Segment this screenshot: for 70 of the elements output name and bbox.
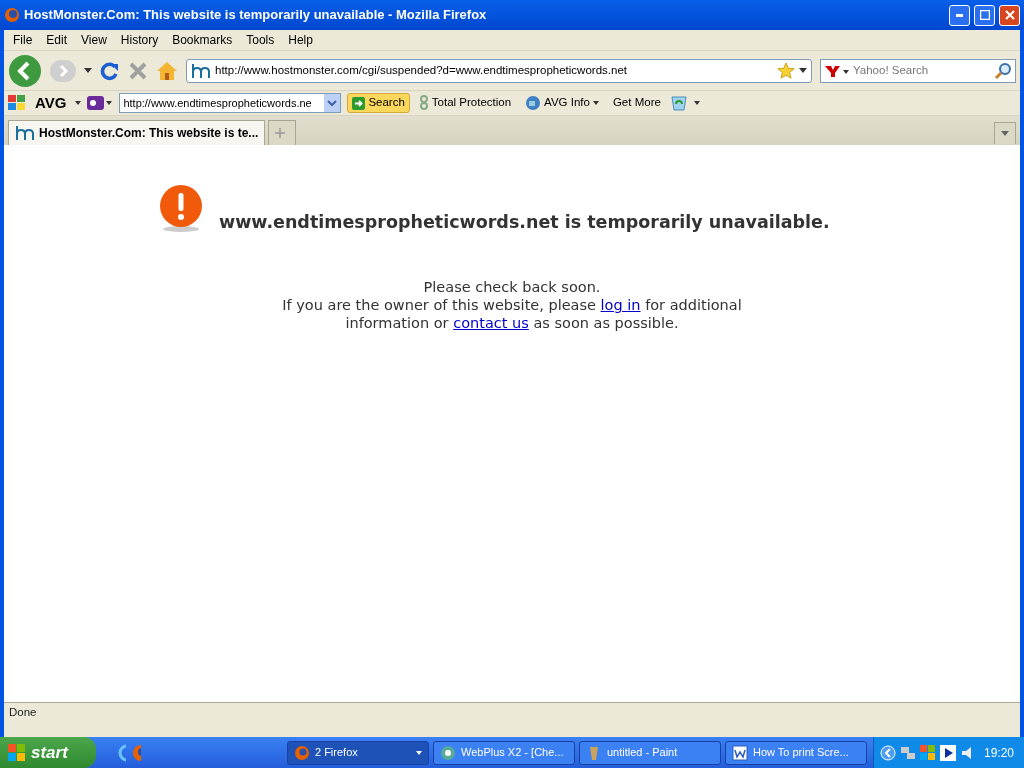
text-link[interactable]: contact us bbox=[453, 315, 529, 331]
taskbar-button[interactable]: WebPlus X2 - [Che... bbox=[432, 740, 575, 765]
globe-icon bbox=[525, 95, 542, 111]
avg-search-bar[interactable]: http://www.endtimespropheticwords.ne bbox=[119, 93, 342, 113]
menu-item[interactable]: Help bbox=[283, 31, 318, 49]
toolbar-button[interactable]: Get More bbox=[609, 94, 664, 112]
search-button[interactable]: Search bbox=[347, 93, 410, 113]
text-link[interactable]: log in bbox=[600, 297, 641, 313]
avg-search-field[interactable]: http://www.endtimespropheticwords.ne bbox=[123, 94, 325, 112]
document-icon bbox=[731, 744, 748, 761]
caret-icon bbox=[1001, 131, 1009, 136]
menu-item[interactable]: Edit bbox=[41, 31, 73, 49]
menu-item[interactable]: History bbox=[115, 31, 164, 49]
message-text: If you are the owner of this website, please log in for additional information or contact us as soon as possible. bbox=[281, 296, 743, 332]
address-field[interactable]: http://www.hostmonster.com/cgi/suspended?d=www.endtimespropheticwords.net bbox=[215, 61, 773, 80]
site-icon bbox=[15, 125, 35, 141]
taskbar-button[interactable]: How To print Scre... bbox=[724, 740, 867, 765]
star-icon[interactable] bbox=[777, 61, 795, 80]
arrow-icon bbox=[352, 96, 366, 110]
maximize-button[interactable] bbox=[974, 4, 995, 26]
caret-icon[interactable] bbox=[75, 101, 82, 105]
caret-icon[interactable] bbox=[693, 101, 700, 105]
minimize-icon bbox=[956, 13, 963, 17]
avg-logo-icon bbox=[8, 95, 26, 111]
avg-menu-button[interactable]: AVG bbox=[32, 91, 70, 115]
tab-list-button[interactable] bbox=[994, 122, 1016, 144]
app-icon bbox=[439, 744, 456, 761]
taskbar-button[interactable]: 2 Firefox bbox=[286, 740, 429, 765]
menu-item[interactable]: Bookmarks bbox=[167, 31, 238, 49]
home-button[interactable] bbox=[156, 60, 178, 81]
reload-button[interactable] bbox=[100, 60, 120, 81]
back-button[interactable] bbox=[8, 53, 42, 88]
window-title: HostMonster.Com: This website is temporarily unavailable - Mozilla Firefox bbox=[24, 6, 488, 25]
search-icon[interactable] bbox=[994, 61, 1012, 80]
stop-button[interactable] bbox=[128, 60, 148, 81]
close-button[interactable] bbox=[999, 4, 1020, 26]
clock: 19:20 bbox=[983, 744, 1014, 762]
caret-icon[interactable] bbox=[84, 68, 92, 73]
chevron-icon[interactable] bbox=[879, 744, 896, 761]
caret-icon[interactable] bbox=[799, 68, 807, 73]
message-line: Please check back soon. bbox=[422, 278, 602, 296]
search-field[interactable]: Yahoo! Search bbox=[853, 61, 991, 80]
minimize-button[interactable] bbox=[949, 4, 970, 26]
maximize-icon bbox=[979, 10, 990, 20]
recycle-bin-icon[interactable] bbox=[669, 95, 688, 111]
page-heading: www.endtimespropheticwords.net is temporarily unavailable. bbox=[219, 210, 830, 234]
menu-item[interactable]: File bbox=[8, 31, 38, 49]
dropdown-icon[interactable] bbox=[324, 94, 341, 112]
yahoo-icon[interactable] bbox=[824, 63, 850, 78]
exclamation-icon bbox=[159, 185, 203, 233]
windows-logo-icon bbox=[8, 743, 26, 762]
yahoo-icon[interactable] bbox=[87, 95, 114, 111]
browser-tab[interactable]: HostMonster.Com: This website is te... bbox=[8, 120, 266, 145]
plus-icon bbox=[275, 128, 286, 138]
shield-icon bbox=[418, 95, 429, 111]
play-icon[interactable] bbox=[939, 744, 956, 761]
address-bar[interactable]: http://www.hostmonster.com/cgi/suspended?d=www.endtimespropheticwords.net bbox=[186, 58, 812, 83]
menu-item[interactable]: View bbox=[76, 31, 112, 49]
toolbar-button[interactable]: AVG Info bbox=[522, 94, 602, 112]
close-icon bbox=[1004, 10, 1015, 20]
toolbar-button[interactable]: Total Protection bbox=[415, 94, 515, 112]
caret-icon[interactable] bbox=[592, 101, 599, 105]
menu-item[interactable]: Tools bbox=[241, 31, 280, 49]
site-icon bbox=[191, 62, 211, 79]
taskbar-button[interactable]: untitled - Paint bbox=[578, 740, 721, 765]
status-text: Done bbox=[9, 704, 37, 720]
caret-icon[interactable] bbox=[415, 750, 422, 755]
search-bar[interactable]: Yahoo! Search bbox=[820, 58, 1016, 83]
network-icon[interactable] bbox=[899, 744, 916, 761]
start-button[interactable]: start bbox=[0, 737, 96, 768]
